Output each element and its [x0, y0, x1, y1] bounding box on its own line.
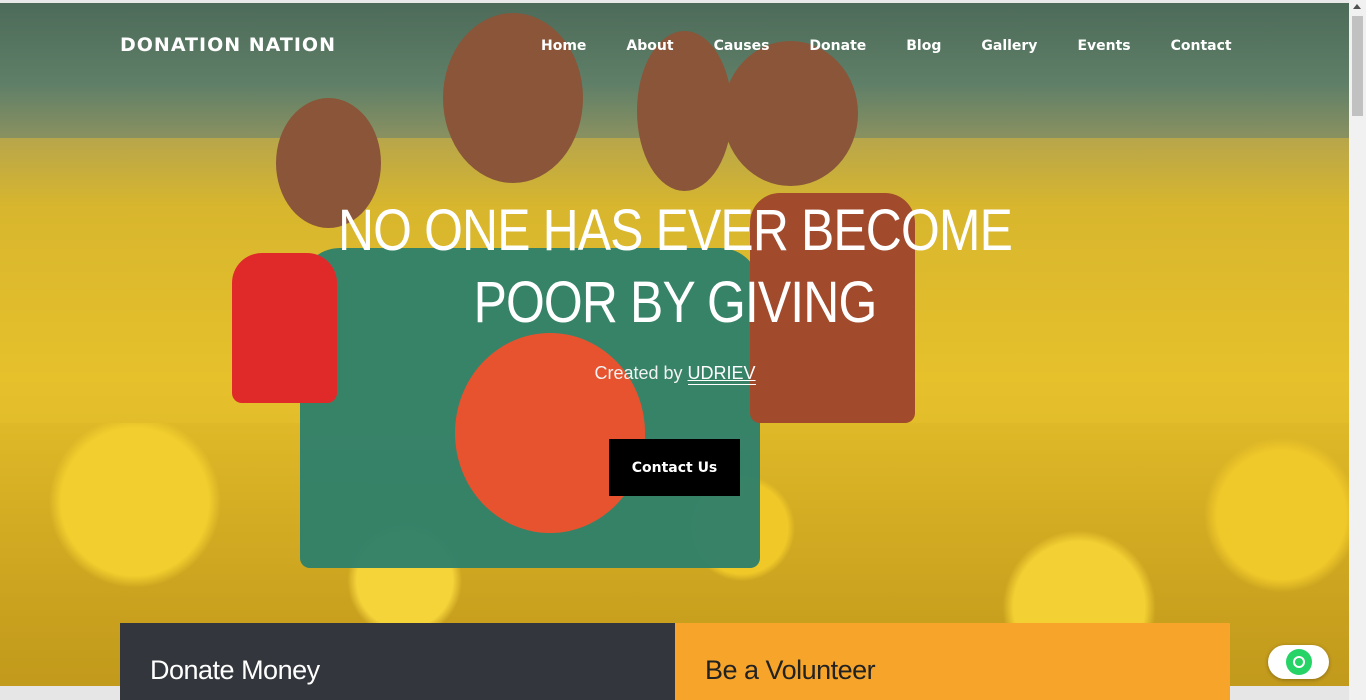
hero-headline-line-2: POOR BY GIVING	[473, 270, 878, 335]
contact-us-button[interactable]: Contact Us	[609, 439, 740, 496]
whatsapp-chat-button[interactable]	[1268, 645, 1329, 679]
nav-contact[interactable]: Contact	[1171, 38, 1232, 54]
scrollbar-thumb[interactable]	[1352, 16, 1363, 116]
whatsapp-icon	[1285, 649, 1312, 675]
volunteer-panel[interactable]: Be a Volunteer	[675, 623, 1230, 700]
donate-money-panel[interactable]: Donate Money	[120, 623, 675, 700]
volunteer-title: Be a Volunteer	[705, 655, 876, 685]
scroll-up-arrow-icon[interactable]	[1353, 4, 1361, 9]
nav-gallery[interactable]: Gallery	[981, 38, 1037, 54]
hero-section	[0, 3, 1349, 686]
nav-donate[interactable]: Donate	[809, 38, 866, 54]
hero-headline-line-1: NO ONE HAS EVER BECOME	[338, 198, 1013, 263]
hero-credit-author-link[interactable]: UDRIEV	[687, 363, 756, 385]
main-nav: Home About Causes Donate Blog Gallery Ev…	[541, 38, 1232, 54]
vertical-scrollbar[interactable]	[1349, 0, 1366, 700]
hero-photo-child-1-shirt	[232, 253, 337, 403]
hero-credit: Created by UDRIEV	[475, 363, 875, 385]
hero-credit-prefix: Created by	[594, 363, 683, 383]
nav-about[interactable]: About	[626, 38, 673, 54]
hero-headline: NO ONE HAS EVER BECOME POOR BY GIVING	[331, 195, 1019, 339]
nav-events[interactable]: Events	[1077, 38, 1130, 54]
hero-photo-child-4	[723, 41, 858, 186]
hero-photo-child-3	[637, 31, 732, 191]
nav-blog[interactable]: Blog	[906, 38, 941, 54]
nav-causes[interactable]: Causes	[714, 38, 770, 54]
nav-home[interactable]: Home	[541, 38, 586, 54]
donate-money-title: Donate Money	[150, 655, 320, 685]
site-logo[interactable]: DONATION NATION	[120, 34, 336, 56]
